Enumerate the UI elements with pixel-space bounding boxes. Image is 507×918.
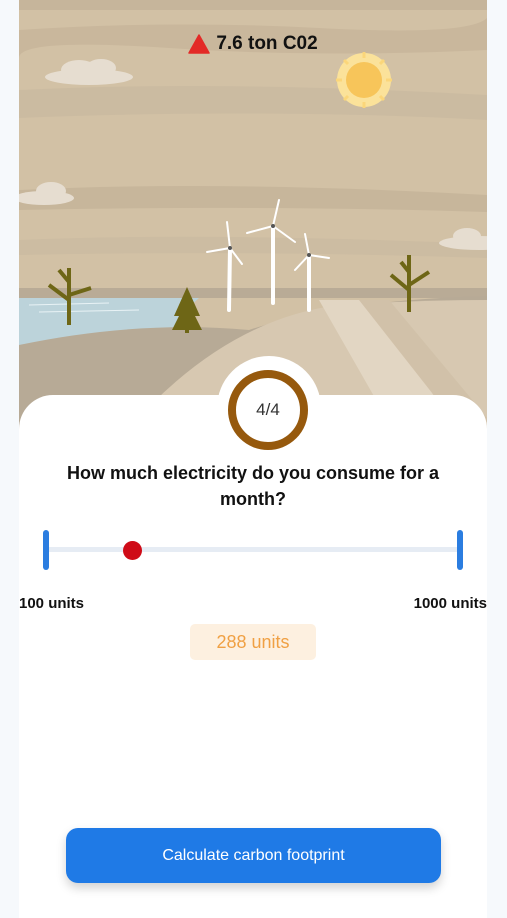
slider-max-cap: [457, 530, 463, 570]
co2-value: 7.6 ton C02: [216, 33, 318, 54]
slider-min-label: 100 units: [19, 595, 85, 612]
calculate-button[interactable]: Calculate carbon footprint: [66, 828, 441, 883]
co2-indicator: 7.6 ton C02: [19, 33, 487, 55]
slider-value-badge: 288 units: [190, 624, 316, 660]
slider-min-cap: [43, 530, 49, 570]
slider-max-label: 1000 units: [413, 595, 487, 612]
progress-ring: 4/4: [228, 370, 308, 450]
slider-track[interactable]: [46, 547, 459, 552]
app-frame: 7.6 ton C02 4/4 How much electricity do …: [19, 0, 487, 918]
warning-triangle-icon: [188, 34, 211, 54]
sun-icon: [336, 52, 392, 108]
question-text: How much electricity do you consume for …: [66, 463, 440, 509]
slider-value-label: 288 units: [216, 631, 290, 652]
calculate-button-label: Calculate carbon footprint: [162, 846, 345, 864]
progress-label: 4/4: [256, 400, 280, 419]
